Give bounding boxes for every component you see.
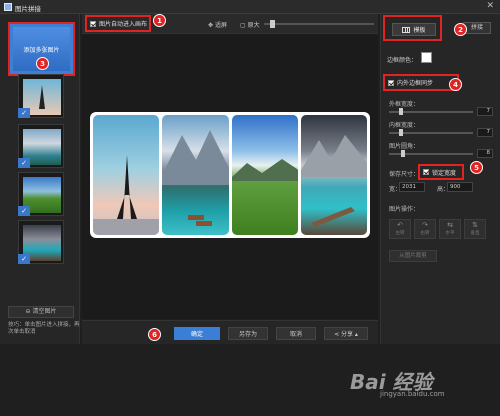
rotate-right-button[interactable]: ↷ 右转 [414,219,436,239]
flip-horizontal-button[interactable]: ⇆ 水平 [439,219,461,239]
canvas-area [82,34,378,319]
checkbox-icon [388,79,394,86]
corner-radius-slider[interactable] [389,150,473,157]
canvas-toolbar: 图片自动进入画布 ✥ 适屏 ▢ 原大 [82,14,378,34]
actual-size-button[interactable]: ▢ 原大 [240,20,260,29]
check-icon: ✓ [18,254,30,264]
save-size-label: 保存尺寸： [389,171,420,178]
height-input[interactable]: 900 [447,182,473,192]
rotate-left-label: 左转 [395,231,405,236]
share-button[interactable]: ⋖ 分享 ▴ [324,327,368,340]
rotate-left-icon: ↶ [397,221,403,229]
callout-badge-6: 6 [148,328,161,341]
crop-from-image-button[interactable]: 从图片裁剪 [389,250,437,262]
flip-vertical-label: 垂直 [470,231,480,236]
flip-horizontal-icon: ⇆ [447,221,453,229]
layout-button[interactable]: 模板 [392,23,436,36]
inner-border-label: 内框宽度： [389,122,420,129]
zoom-slider-handle[interactable] [270,20,275,28]
width-input[interactable]: 2031 [399,182,425,192]
inner-border-slider[interactable] [389,129,473,136]
check-icon: ✓ [18,158,30,168]
callout-badge-1: 1 [153,14,166,27]
inner-border-value[interactable]: 7 [477,128,493,137]
outer-border-label: 外框宽度： [389,101,420,108]
layout-label: 模板 [413,27,426,34]
callout-badge-5: 5 [470,161,483,174]
baidu-watermark-url: jingyan.baidu.com [380,390,445,398]
slider-handle[interactable] [399,108,403,115]
rotate-right-icon: ↷ [422,221,428,229]
thumbnail-2[interactable]: ✓ [18,124,64,168]
auto-add-label: 图片自动进入画布 [99,21,148,28]
clear-images-label: 清空图片 [32,308,57,315]
outer-border-value[interactable]: 7 [477,107,493,116]
thumbnail-1[interactable]: ✓ [18,74,64,118]
collage-photo-mountain-lake[interactable] [162,115,229,235]
cancel-button[interactable]: 取消 [276,327,316,340]
slider-handle[interactable] [401,150,405,157]
image-ops-label: 图片操作： [389,206,420,213]
border-color-label: 边框颜色： [387,57,418,64]
corner-radius-value[interactable]: 8 [477,149,493,158]
sync-border-checkbox[interactable]: 内外边框同步 [383,74,459,91]
splice-button[interactable]: 拼接 [463,22,491,34]
fit-icon: ✥ [208,22,215,29]
collage-photo-eiffel[interactable] [93,115,160,235]
callout-badge-2: 2 [454,23,467,36]
lock-width-label: 锁定宽度 [432,169,457,177]
settings-panel: 模板 拼接 边框颜色： 内外边框同步 外框宽度： 7 内框宽度： 7 图片圆角：… [380,14,500,344]
check-icon: ✓ [18,206,30,216]
collage-photo-valley[interactable] [231,115,298,235]
bottom-action-bar: 确定 另存为 取消 ⋖ 分享 ▴ [82,320,378,344]
zoom-icon: ▢ [240,22,248,29]
save-as-button[interactable]: 另存为 [228,327,268,340]
corner-radius-label: 图片圆角： [389,143,420,150]
share-icon: ⋖ [334,331,341,338]
tip-text: 技巧：单击图片进入拼接，再次单击取消 [8,322,80,335]
close-icon[interactable]: ✕ [486,1,494,11]
lock-width-checkbox[interactable]: 锁定宽度 [418,164,464,180]
border-color-swatch[interactable] [421,52,432,63]
clear-images-button[interactable]: ⊖ 清空图片 [8,306,74,318]
share-label: 分享 [341,331,354,338]
thumbnail-3[interactable]: ✓ [18,172,64,216]
callout-badge-3: 3 [36,57,49,70]
fit-label: 适屏 [214,22,227,29]
thumbnail-4[interactable]: ✓ [18,220,64,264]
chevron-up-icon: ▴ [353,331,358,338]
app-icon [4,3,12,11]
zoom-label: 原大 [247,22,260,29]
window-title: 图片拼接 [15,5,41,13]
collage-preview [90,112,370,238]
checkbox-icon [90,20,96,27]
callout-badge-4: 4 [449,78,462,91]
sync-border-label: 内外边框同步 [397,80,434,87]
collage-photo-glacier[interactable] [300,115,367,235]
flip-vertical-button[interactable]: ⇅ 垂直 [464,219,486,239]
rotate-right-label: 右转 [420,231,430,236]
check-icon: ✓ [18,108,30,118]
title-bar: 图片拼接 ✕ [0,0,500,14]
rotate-left-button[interactable]: ↶ 左转 [389,219,411,239]
outer-border-slider[interactable] [389,108,473,115]
confirm-button[interactable]: 确定 [174,327,220,340]
flip-vertical-icon: ⇅ [472,221,478,229]
fit-screen-button[interactable]: ✥ 适屏 [208,20,227,29]
checkbox-icon [423,169,429,175]
layout-icon [402,26,411,33]
auto-add-checkbox[interactable]: 图片自动进入画布 [85,15,151,32]
zoom-slider[interactable] [264,20,374,28]
layout-highlight: 模板 [383,15,442,41]
slider-handle[interactable] [399,129,403,136]
flip-horizontal-label: 水平 [445,231,455,236]
